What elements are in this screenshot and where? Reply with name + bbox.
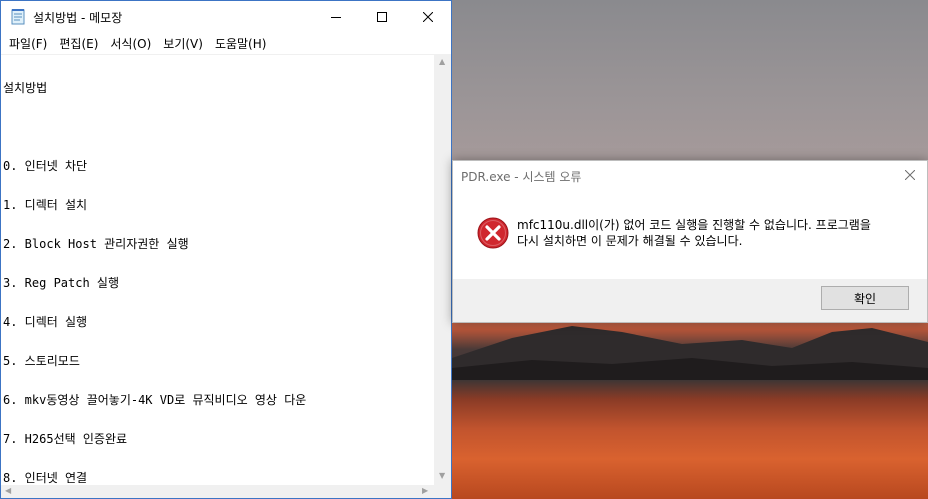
- editor-line: 2. Block Host 관리자권한 실행: [3, 237, 189, 251]
- error-icon: [477, 217, 509, 249]
- ok-button[interactable]: 확인: [821, 286, 909, 310]
- dialog-footer: 확인: [453, 279, 927, 322]
- notepad-window: 설치방법 - 메모장 파일(F) 편집(E) 서식(O) 보기(V) 도움말(H…: [0, 0, 452, 499]
- notepad-titlebar[interactable]: 설치방법 - 메모장: [1, 1, 451, 32]
- window-title: 설치방법 - 메모장: [33, 11, 123, 25]
- scroll-up-icon[interactable]: ▲: [439, 58, 445, 66]
- minimize-button[interactable]: [313, 1, 359, 32]
- minimize-icon: [331, 16, 341, 18]
- error-message-line: mfc110u.dll이(가) 없어 코드 실행을 진행할 수 없습니다. 프로…: [517, 218, 871, 232]
- scroll-right-icon[interactable]: ▶: [422, 487, 428, 495]
- dialog-close-button[interactable]: [899, 165, 921, 185]
- menu-bar: 파일(F) 편집(E) 서식(O) 보기(V) 도움말(H): [1, 32, 451, 54]
- maximize-icon: [377, 11, 387, 22]
- scroll-corner: [434, 485, 451, 498]
- menu-format[interactable]: 서식(O): [104, 35, 157, 52]
- editor-line: 7. H265선택 인증완료: [3, 432, 128, 446]
- close-icon: [905, 170, 915, 180]
- scroll-down-icon[interactable]: ▼: [439, 472, 445, 480]
- wallpaper-mountains: [452, 326, 928, 380]
- dialog-title: PDR.exe - 시스템 오류: [461, 170, 582, 184]
- editor-line: 3. Reg Patch 실행: [3, 276, 120, 290]
- editor-line: 6. mkv동영상 끌어놓기-4K VD로 뮤직비디오 영상 다운: [3, 393, 307, 407]
- menu-file[interactable]: 파일(F): [3, 35, 53, 52]
- error-message-line: 다시 설치하면 이 문제가 해결될 수 있습니다.: [517, 234, 743, 248]
- editor-line: 1. 디렉터 설치: [3, 198, 88, 212]
- editor-line: 설치방법: [3, 81, 48, 95]
- vertical-scrollbar[interactable]: ▲ ▼: [434, 54, 451, 485]
- menu-edit[interactable]: 편집(E): [53, 35, 104, 52]
- menu-view[interactable]: 보기(V): [157, 35, 209, 52]
- maximize-button[interactable]: [359, 1, 405, 32]
- menu-help[interactable]: 도움말(H): [209, 35, 273, 52]
- close-button[interactable]: [405, 1, 451, 32]
- close-icon: [423, 11, 433, 22]
- editor-line: 4. 디렉터 실행: [3, 315, 88, 329]
- error-message: mfc110u.dll이(가) 없어 코드 실행을 진행할 수 없습니다. 프로…: [517, 217, 917, 249]
- editor-line: 8. 인터넷 연결: [3, 471, 88, 485]
- editor-line: 5. 스토리모드: [3, 354, 80, 368]
- error-dialog: PDR.exe - 시스템 오류 mfc110u.dll이(가) 없어 코드 실…: [452, 160, 928, 323]
- scroll-left-icon[interactable]: ◀: [5, 487, 11, 495]
- notepad-icon: [11, 9, 25, 25]
- editor-line: 0. 인터넷 차단: [3, 159, 88, 173]
- text-editor[interactable]: 설치방법 0. 인터넷 차단 1. 디렉터 설치 2. Block Host 관…: [1, 54, 434, 485]
- horizontal-scrollbar[interactable]: ◀ ▶: [1, 485, 434, 498]
